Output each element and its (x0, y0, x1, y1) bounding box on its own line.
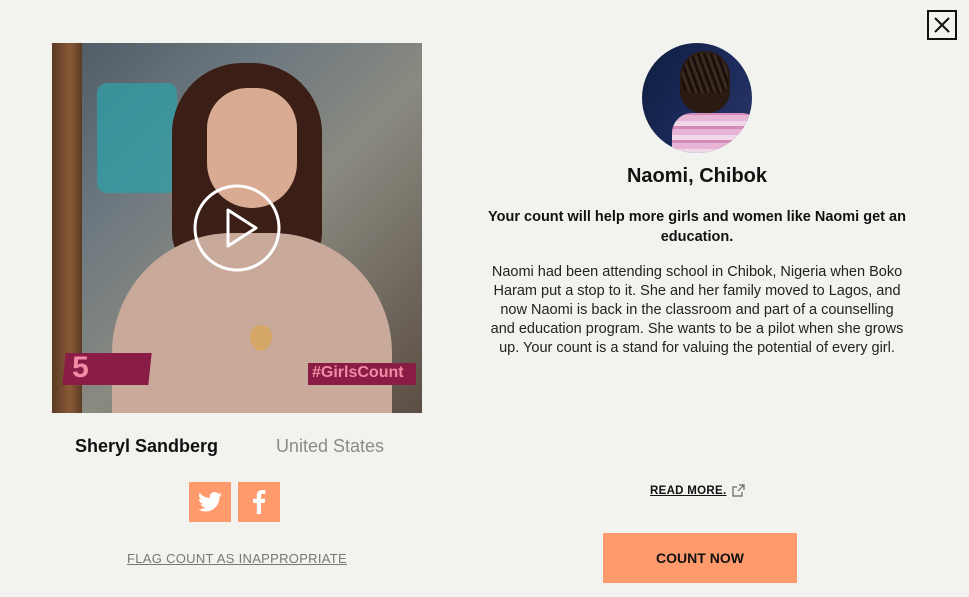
count-badge: 5 (62, 351, 152, 385)
share-buttons (189, 482, 280, 522)
hashtag-badge: #GirlsCount (308, 363, 416, 385)
close-button[interactable] (927, 10, 957, 40)
play-button[interactable] (192, 183, 282, 273)
read-more-link[interactable]: READ MORE. (650, 484, 746, 497)
story-title: Naomi, Chibok (626, 165, 767, 187)
counter-country: United States (275, 436, 384, 456)
external-link-icon (732, 484, 746, 497)
flag-count-link[interactable]: FLAG COUNT AS INAPPROPRIATE (52, 551, 422, 566)
count-badge-number: 5 (72, 351, 89, 384)
video-panel[interactable]: 5 #GirlsCount (52, 43, 422, 413)
story-body: Naomi had been attending school in Chibo… (490, 264, 904, 356)
avatar-photo (672, 113, 752, 153)
count-now-button[interactable]: COUNT NOW (603, 533, 797, 583)
twitter-icon (198, 492, 222, 512)
twitter-share-button[interactable] (189, 482, 231, 522)
close-icon (934, 17, 950, 33)
read-more-label: READ MORE. (650, 484, 727, 497)
avatar-photo (682, 53, 728, 93)
counter-name: Sheryl Sandberg (75, 436, 219, 456)
story-avatar (642, 43, 752, 153)
facebook-share-button[interactable] (238, 482, 280, 522)
story-lead: Your count will help more girls and wome… (488, 209, 906, 245)
play-icon (193, 184, 281, 272)
counter-info: Sheryl Sandberg United States (52, 436, 422, 457)
hashtag-text: #GirlsCount (312, 364, 404, 381)
video-background (97, 83, 177, 193)
facebook-icon (253, 490, 266, 514)
